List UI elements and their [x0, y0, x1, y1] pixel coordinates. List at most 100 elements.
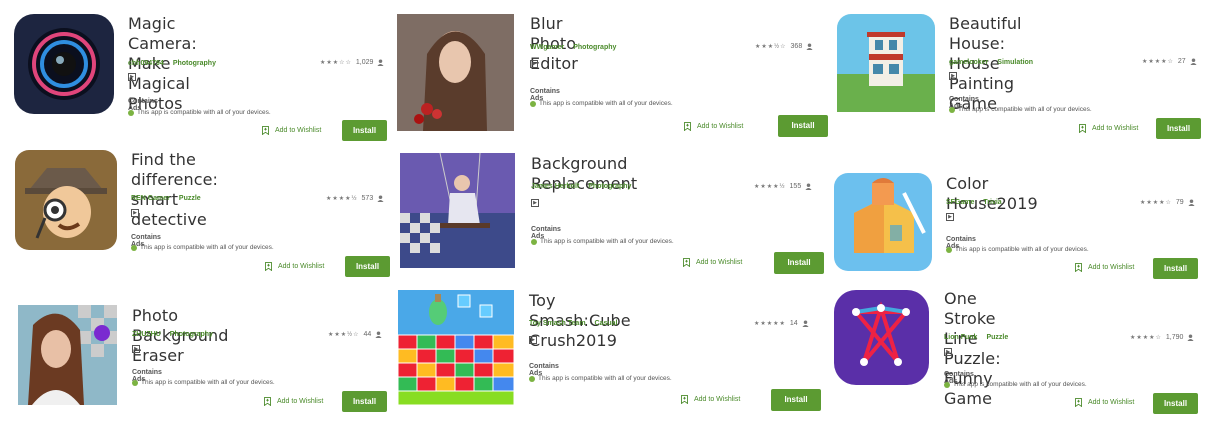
developer-link[interactable]: REN Gamer	[131, 195, 170, 202]
app-meta: WWgamer Photography	[530, 44, 616, 51]
category-link[interactable]: Trivia	[983, 199, 1001, 206]
app-title[interactable]: Color House2019	[946, 174, 1038, 214]
star-rating: ★★★★½	[754, 184, 786, 190]
category-link[interactable]: Photography	[170, 331, 213, 338]
rating: ★★★★☆ 79	[1140, 199, 1195, 206]
rating-count: 573	[361, 195, 374, 202]
app-icon-blur-photo-editor[interactable]	[397, 14, 514, 131]
category-link[interactable]: Puzzle	[986, 334, 1008, 341]
app-icon-color-house[interactable]	[834, 173, 932, 271]
app-meta: REN Gamer Puzzle	[131, 195, 201, 202]
app-title[interactable]: Find the difference: smart detective	[131, 150, 218, 230]
content-rating-icon: ▶	[949, 72, 957, 80]
add-to-wishlist-button[interactable]: Add to Wishlist	[262, 126, 321, 135]
compat-note: This app is compatible with all of your …	[944, 381, 1087, 388]
content-rating-icon: ▶	[132, 345, 140, 353]
compat-note: This app is compatible with all of your …	[131, 244, 274, 251]
rating-count: 368	[790, 43, 803, 50]
app-icon-magic-camera[interactable]	[14, 14, 114, 114]
install-button[interactable]: Install	[1156, 118, 1201, 139]
rating: ★★★★☆ 1,790	[1130, 334, 1194, 341]
compat-note: This app is compatible with all of your …	[529, 375, 672, 382]
app-meta: Toy Smash Team Casual	[529, 320, 618, 327]
check-icon	[131, 244, 137, 251]
compat-note: This app is compatible with all of your …	[946, 246, 1089, 253]
user-icon	[806, 43, 813, 50]
content-rating-icon: ▶	[944, 348, 952, 356]
app-icon-toy-smash[interactable]	[398, 290, 514, 405]
content-rating-icon: ▶	[529, 336, 537, 344]
install-button[interactable]: Install	[771, 389, 821, 411]
add-to-wishlist-button[interactable]: Add to Wishlist	[683, 258, 742, 267]
rating-count: 1,790	[1165, 334, 1184, 341]
install-button[interactable]: Install	[1153, 393, 1198, 414]
app-meta: gamelooker Simulation	[949, 59, 1033, 66]
add-to-wishlist-button[interactable]: Add to Wishlist	[265, 262, 324, 271]
user-icon	[375, 331, 382, 338]
bookmark-plus-icon	[1075, 398, 1082, 407]
app-icon-background-replacement[interactable]	[400, 153, 515, 268]
install-button[interactable]: Install	[342, 120, 387, 141]
category-link[interactable]: Simulation	[997, 59, 1033, 66]
rating-count: 79	[1175, 199, 1184, 206]
add-to-wishlist-button[interactable]: Add to Wishlist	[1079, 124, 1138, 133]
check-icon	[529, 375, 535, 382]
rating: ★★★★½ 573	[326, 195, 384, 202]
category-link[interactable]: Puzzle	[179, 195, 201, 202]
app-meta: SFGame Trivia	[946, 199, 1002, 206]
add-to-wishlist-button[interactable]: Add to Wishlist	[1075, 263, 1134, 272]
rating-count: 14	[789, 320, 798, 327]
app-icon-beautiful-house[interactable]	[837, 14, 935, 112]
developer-link[interactable]: SFGame	[946, 199, 974, 206]
content-rating-icon: ▶	[131, 209, 139, 217]
add-to-wishlist-button[interactable]: Add to Wishlist	[681, 395, 740, 404]
developer-link[interactable]: chh094794	[128, 60, 164, 67]
install-button[interactable]: Install	[1153, 258, 1198, 279]
check-icon	[530, 100, 536, 107]
content-rating-icon: ▶	[946, 213, 954, 221]
app-meta: chh094794 Photography	[128, 60, 216, 67]
star-rating: ★★★½☆	[755, 44, 787, 50]
developer-link[interactable]: WWgamer	[530, 44, 564, 51]
app-meta: James Herbolt Photography	[531, 183, 631, 190]
install-button[interactable]: Install	[778, 115, 828, 137]
star-rating: ★★★½☆	[328, 332, 360, 338]
category-link[interactable]: Photography	[573, 44, 616, 51]
star-rating: ★★★☆☆	[320, 60, 352, 66]
app-icon-find-the-difference[interactable]	[15, 150, 117, 250]
star-rating: ★★★★½	[326, 196, 358, 202]
rating: ★★★☆☆ 1,029	[320, 59, 384, 66]
category-link[interactable]: Photography	[173, 60, 216, 67]
check-icon	[946, 246, 952, 253]
app-meta: Lion Funk Puzzle	[944, 334, 1008, 341]
developer-link[interactable]: Lion Funk	[944, 334, 977, 341]
user-icon	[377, 195, 384, 202]
check-icon	[531, 238, 537, 245]
rating: ★★★½☆ 368	[755, 43, 813, 50]
star-rating: ★★★★☆	[1142, 59, 1174, 65]
developer-link[interactable]: Toy Smash Team	[529, 320, 586, 327]
category-link[interactable]: Photography	[588, 183, 631, 190]
install-button[interactable]: Install	[345, 256, 390, 277]
developer-link[interactable]: James Herbolt	[531, 183, 579, 190]
rating-count: 27	[1177, 58, 1186, 65]
app-icon-photo-background-eraser[interactable]	[18, 305, 117, 405]
developer-link[interactable]: gamelooker	[949, 59, 988, 66]
compat-note: This app is compatible with all of your …	[531, 238, 674, 245]
add-to-wishlist-button[interactable]: Add to Wishlist	[264, 397, 323, 406]
user-icon	[1187, 334, 1194, 341]
user-icon	[805, 183, 812, 190]
app-icon-one-stroke-line-puzzle[interactable]	[834, 290, 929, 385]
install-button[interactable]: Install	[774, 252, 824, 274]
bookmark-plus-icon	[1075, 263, 1082, 272]
add-to-wishlist-button[interactable]: Add to Wishlist	[684, 122, 743, 131]
star-rating: ★★★★☆	[1140, 200, 1172, 206]
developer-link[interactable]: ZHUZHU	[132, 331, 161, 338]
rating-count: 155	[789, 183, 802, 190]
app-title[interactable]: One Stroke Line Puzzle: Funny Game	[944, 289, 1001, 409]
rating: ★★★½☆ 44	[328, 331, 382, 338]
add-to-wishlist-button[interactable]: Add to Wishlist	[1075, 398, 1134, 407]
rating: ★★★★★ 14	[754, 320, 809, 327]
category-link[interactable]: Casual	[595, 320, 618, 327]
install-button[interactable]: Install	[342, 391, 387, 412]
